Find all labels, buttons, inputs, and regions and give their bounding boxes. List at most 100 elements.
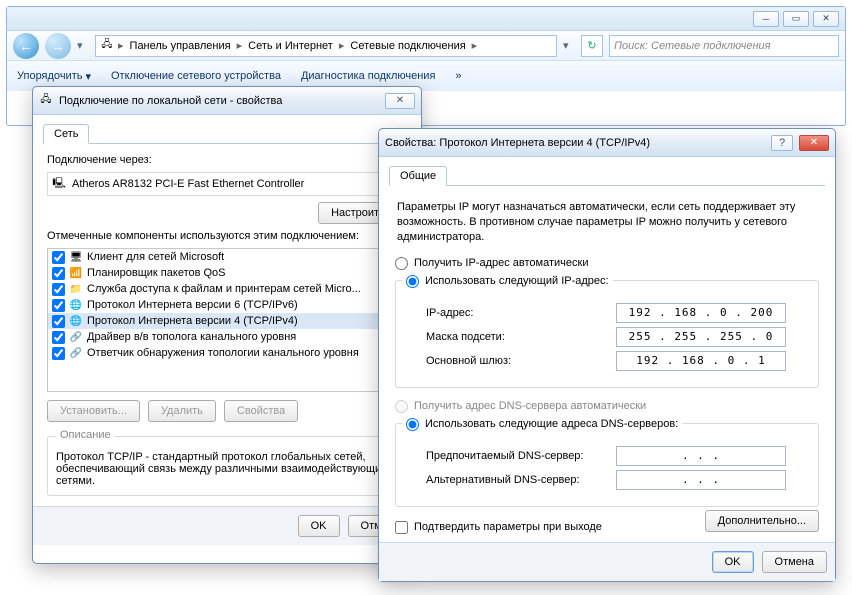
explorer-nav: ← → ▾ 🖧 ▸ Панель управления ▸ Сеть и Инт…	[7, 31, 845, 61]
component-label: Протокол Интернета версии 6 (TCP/IPv6)	[87, 299, 298, 311]
list-item[interactable]: 🌐Протокол Интернета версии 6 (TCP/IPv6)	[48, 297, 406, 313]
component-label: Служба доступа к файлам и принтерам сете…	[87, 283, 361, 295]
network-icon: 🖧	[100, 39, 114, 53]
component-checkbox[interactable]	[52, 315, 65, 328]
address-bar[interactable]: 🖧 ▸ Панель управления ▸ Сеть и Интернет …	[95, 35, 557, 57]
ip-address-label: IP-адрес:	[426, 307, 616, 319]
component-checkbox[interactable]	[52, 347, 65, 360]
component-checkbox[interactable]	[52, 267, 65, 280]
tabs: Сеть	[43, 123, 411, 144]
dialog-body: Общие Параметры IP могут назначаться авт…	[379, 157, 835, 542]
back-button[interactable]: ←	[13, 33, 39, 59]
component-label: Планировщик пакетов QoS	[87, 267, 226, 279]
advanced-button[interactable]: Дополнительно...	[705, 510, 819, 532]
history-dropdown-icon[interactable]: ▾	[77, 39, 89, 52]
chevron-right-icon: ▸	[235, 39, 245, 52]
dns2-input[interactable]: . . .	[616, 470, 786, 490]
subnet-mask-label: Маска подсети:	[426, 331, 616, 343]
dialog-titlebar[interactable]: 🖧 Подключение по локальной сети - свойст…	[33, 87, 421, 115]
confirm-on-exit-label: Подтвердить параметры при выходе	[414, 521, 602, 533]
diagnose-button[interactable]: Диагностика подключения	[301, 70, 435, 82]
close-button[interactable]: ✕	[813, 11, 839, 27]
adapter-icon: 🖳	[52, 177, 66, 191]
description-label: Описание	[56, 429, 115, 441]
dialog-footer: OK Отмена	[33, 506, 421, 545]
more-chevron-icon[interactable]: »	[455, 70, 461, 82]
address-dropdown-icon[interactable]: ▾	[563, 39, 575, 52]
forward-button[interactable]: →	[45, 33, 71, 59]
remove-button[interactable]: Удалить	[148, 400, 216, 422]
ip-manual-radio[interactable]	[406, 275, 419, 288]
component-checkbox[interactable]	[52, 251, 65, 264]
chevron-right-icon: ▸	[337, 39, 347, 52]
close-button[interactable]: ✕	[799, 135, 829, 151]
subnet-mask-input[interactable]: 255 . 255 . 255 . 0	[616, 327, 786, 347]
close-button[interactable]: ✕	[385, 93, 415, 109]
dialog-body: Сеть Подключение через: 🖳 Atheros AR8132…	[33, 115, 421, 506]
list-item[interactable]: 🔗 Драйвер в/в тополога канального уровня	[48, 329, 406, 345]
adapter-name: Atheros AR8132 PCI-E Fast Ethernet Contr…	[72, 178, 304, 190]
list-item[interactable]: 🔗 Ответчик обнаружения топологии канально…	[48, 345, 406, 361]
tabs: Общие	[389, 165, 825, 186]
component-label: Клиент для сетей Microsoft	[87, 251, 224, 263]
breadcrumb[interactable]: Сетевые подключения	[348, 40, 467, 52]
ipv4-properties-dialog: Свойства: Протокол Интернета версии 4 (T…	[378, 128, 836, 582]
component-buttons: Установить... Удалить Свойства	[47, 400, 407, 422]
dialog-titlebar[interactable]: Свойства: Протокол Интернета версии 4 (T…	[379, 129, 835, 157]
share-icon: 📁	[69, 282, 83, 296]
chevron-right-icon: ▸	[116, 39, 126, 52]
dns-auto-label: Получить адрес DNS-сервера автоматически	[414, 400, 646, 412]
dns1-label: Предпочитаемый DNS-сервер:	[426, 450, 616, 462]
chevron-right-icon: ▸	[470, 39, 480, 52]
topology-icon: 🔗	[69, 346, 83, 360]
gateway-input[interactable]: 192 . 168 . 0 . 1	[616, 351, 786, 371]
component-label: Ответчик обнаружения топологии канальног…	[87, 347, 359, 359]
help-button[interactable]: ?	[771, 135, 793, 151]
component-checkbox[interactable]	[52, 331, 65, 344]
description-text: Протокол TCP/IP - стандартный протокол г…	[56, 451, 398, 487]
connection-properties-dialog: 🖧 Подключение по локальной сети - свойст…	[32, 86, 422, 564]
ip-auto-label: Получить IP-адрес автоматически	[414, 257, 588, 269]
client-icon: 🖥	[69, 250, 83, 264]
gateway-label: Основной шлюз:	[426, 355, 616, 367]
tab-network[interactable]: Сеть	[43, 124, 89, 144]
component-checkbox[interactable]	[52, 299, 65, 312]
component-checkbox[interactable]	[52, 283, 65, 296]
dialog-footer: OK Отмена	[379, 542, 835, 581]
adapter-box: 🖳 Atheros AR8132 PCI-E Fast Ethernet Con…	[47, 172, 407, 196]
confirm-on-exit-checkbox[interactable]	[395, 521, 408, 534]
disable-device-button[interactable]: Отключение сетевого устройства	[111, 70, 281, 82]
list-item[interactable]: 🌐Протокол Интернета версии 4 (TCP/IPv4)	[48, 313, 406, 329]
breadcrumb[interactable]: Сеть и Интернет	[246, 40, 335, 52]
tab-general[interactable]: Общие	[389, 166, 447, 186]
list-item[interactable]: 🖥 Клиент для сетей Microsoft	[48, 249, 406, 265]
install-button[interactable]: Установить...	[47, 400, 140, 422]
dns1-input[interactable]: . . .	[616, 446, 786, 466]
organize-menu[interactable]: Упорядочить ▾	[17, 70, 91, 83]
dns-manual-radio[interactable]	[406, 418, 419, 431]
minimize-button[interactable]: ─	[753, 11, 779, 27]
component-label: Протокол Интернета версии 4 (TCP/IPv4)	[87, 315, 298, 327]
dns-auto-radio	[395, 400, 408, 413]
dns2-label: Альтернативный DNS-сервер:	[426, 474, 616, 486]
ip-auto-radio[interactable]	[395, 257, 408, 270]
dns-manual-label: Использовать следующие адреса DNS-сервер…	[425, 418, 678, 430]
properties-button[interactable]: Свойства	[224, 400, 298, 422]
ip-manual-label: Использовать следующий IP-адрес:	[425, 275, 609, 287]
list-item[interactable]: 📁 Служба доступа к файлам и принтерам сет…	[48, 281, 406, 297]
ip-address-input[interactable]: 192 . 168 . 0 . 200	[616, 303, 786, 323]
component-label: Драйвер в/в тополога канального уровня	[87, 331, 296, 343]
breadcrumb[interactable]: Панель управления	[128, 40, 233, 52]
list-item[interactable]: 📶Планировщик пакетов QoS	[48, 265, 406, 281]
ok-button[interactable]: OK	[298, 515, 340, 537]
ok-button[interactable]: OK	[712, 551, 754, 573]
cancel-button[interactable]: Отмена	[762, 551, 827, 573]
components-list[interactable]: 🖥 Клиент для сетей Microsoft 📶Планировщик…	[47, 248, 407, 392]
explorer-titlebar: ─ ▭ ✕	[7, 7, 845, 31]
topology-icon: 🔗	[69, 330, 83, 344]
maximize-button[interactable]: ▭	[783, 11, 809, 27]
components-label: Отмеченные компоненты используются этим …	[47, 230, 407, 242]
refresh-button[interactable]: ↻	[581, 35, 603, 57]
connect-via-label: Подключение через:	[47, 154, 407, 166]
search-input[interactable]: Поиск: Сетевые подключения	[609, 35, 839, 57]
